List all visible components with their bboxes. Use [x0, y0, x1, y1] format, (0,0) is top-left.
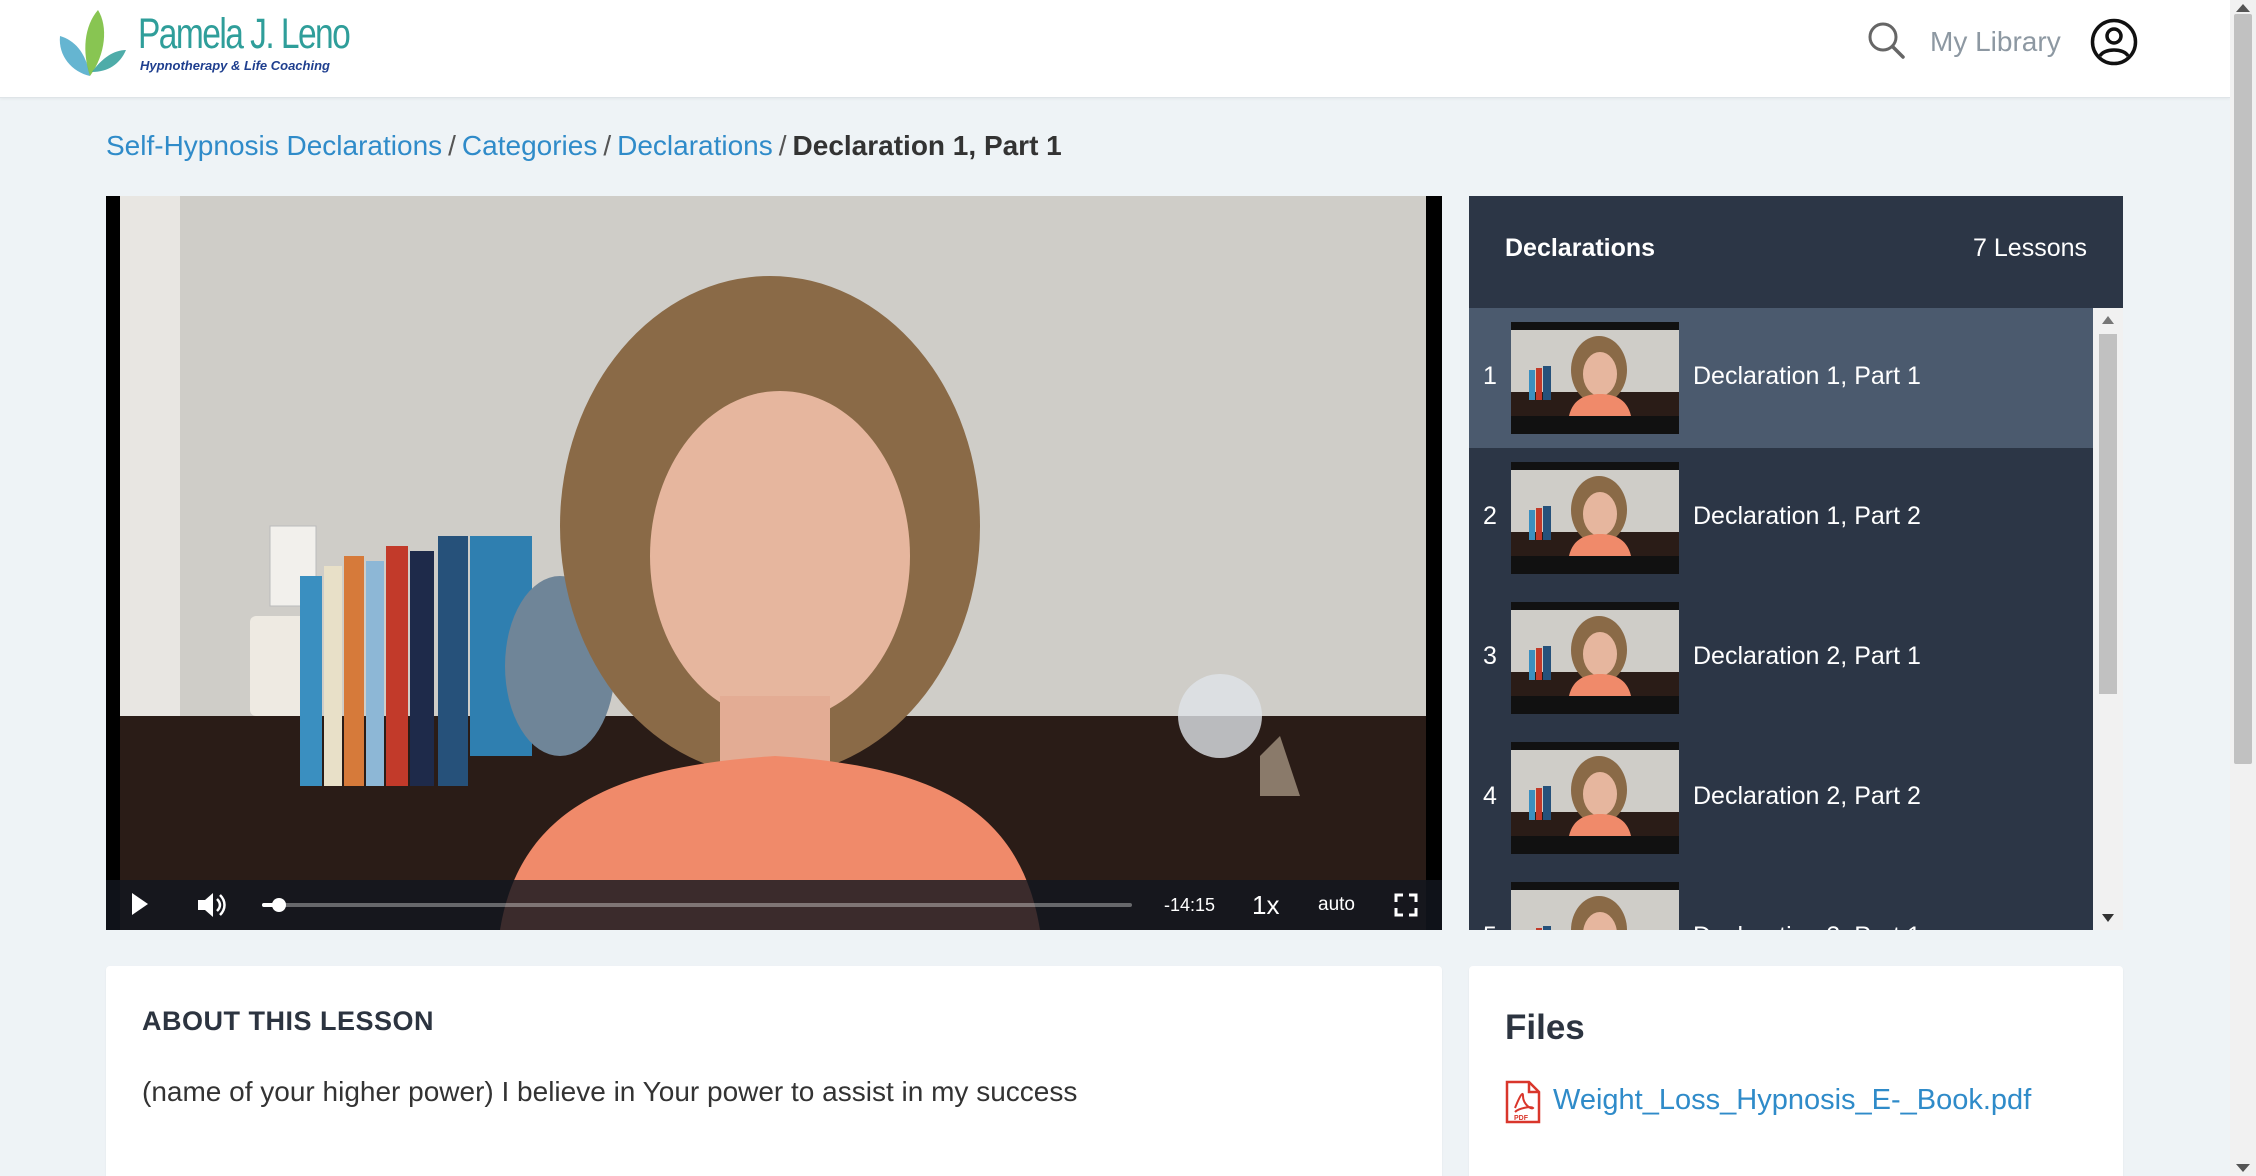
fullscreen-icon[interactable]: [1394, 893, 1418, 917]
play-icon[interactable]: [132, 893, 148, 915]
time-remaining: -14:15: [1164, 895, 1216, 915]
page-scrollbar[interactable]: [2230, 0, 2256, 1176]
breadcrumb-separator: /: [603, 130, 612, 161]
playlist-item[interactable]: 1 Declaration 1, Part 1: [1469, 308, 2093, 448]
lesson-playlist: Declarations 7 Lessons 1 Declaration 1, P…: [1469, 196, 2123, 930]
volume-icon[interactable]: [196, 891, 226, 919]
lesson-number: 5: [1483, 922, 1497, 930]
files-card: Files PDF Weight_Loss_Hypnosis_E-_Book.p…: [1469, 966, 2123, 1176]
search-icon[interactable]: [1866, 20, 1906, 60]
my-library-link[interactable]: My Library: [1930, 26, 2061, 58]
lesson-thumbnail[interactable]: [1511, 602, 1679, 714]
about-lesson-card: ABOUT THIS LESSON (name of your higher p…: [106, 966, 1442, 1176]
butterfly-logo-icon: [59, 10, 126, 76]
site-logo[interactable]: Pamela J. Leno Hypnotherapy & Life Coach…: [52, 6, 351, 82]
lesson-number: 4: [1483, 782, 1497, 810]
lesson-number: 2: [1483, 502, 1497, 530]
lesson-number: 3: [1483, 642, 1497, 670]
site-header: Pamela J. Leno Hypnotherapy & Life Coach…: [0, 0, 2230, 98]
lesson-thumbnail[interactable]: [1511, 742, 1679, 854]
playlist-item[interactable]: 5 Declaration 3, Part 1: [1469, 868, 2093, 930]
scroll-up-arrow-icon[interactable]: [2102, 316, 2114, 324]
about-description: (name of your higher power) I believe in…: [142, 1076, 1078, 1107]
breadcrumb: Self-Hypnosis Declarations / Categories / De…: [106, 130, 1062, 162]
playlist-item[interactable]: 4 Declaration 2, Part 2: [1469, 728, 2093, 868]
video-frame[interactable]: [120, 196, 1426, 930]
logo-tagline: Hypnotherapy & Life Coaching: [140, 58, 330, 73]
scroll-down-arrow-icon[interactable]: [2236, 1164, 2250, 1172]
playlist-item[interactable]: 3 Declaration 2, Part 1: [1469, 588, 2093, 728]
progress-handle[interactable]: [272, 898, 287, 912]
lesson-thumbnail[interactable]: [1511, 462, 1679, 574]
playlist-scrollbar-thumb[interactable]: [2099, 334, 2117, 694]
playlist-scrollbar[interactable]: [2093, 308, 2123, 930]
breadcrumb-link-categories[interactable]: Categories: [462, 130, 597, 161]
breadcrumb-link-declarations[interactable]: Declarations: [617, 130, 773, 161]
svg-text:PDF: PDF: [1514, 1115, 1529, 1122]
video-player[interactable]: -14:15 1x auto: [106, 196, 1442, 930]
lesson-title[interactable]: Declaration 1, Part 1: [1693, 362, 1921, 391]
pdf-icon: PDF: [1505, 1080, 1541, 1124]
playback-speed-button[interactable]: 1x: [1252, 890, 1279, 921]
lesson-title[interactable]: Declaration 1, Part 2: [1693, 502, 1921, 531]
lesson-thumbnail[interactable]: [1511, 322, 1679, 434]
lesson-title[interactable]: Declaration 3, Part 1: [1693, 922, 1921, 930]
breadcrumb-separator: /: [448, 130, 456, 161]
playlist-header: Declarations 7 Lessons: [1469, 196, 2123, 308]
playlist-title: Declarations: [1505, 234, 1656, 262]
playlist-item[interactable]: 2 Declaration 1, Part 2: [1469, 448, 2093, 588]
about-heading: ABOUT THIS LESSON: [142, 1006, 435, 1036]
lesson-thumbnail[interactable]: [1511, 882, 1679, 930]
file-item[interactable]: PDF Weight_Loss_Hypnosis_E-_Book.pdf: [1505, 1080, 2105, 1124]
file-download-link[interactable]: Weight_Loss_Hypnosis_E-_Book.pdf: [1553, 1084, 2031, 1117]
quality-button[interactable]: auto: [1318, 894, 1355, 916]
playlist-items: 1 Declaration 1, Part 1 2 Declaration 1, Pa…: [1469, 308, 2093, 930]
progress-bar[interactable]: [262, 898, 1132, 912]
video-controls: -14:15 1x auto: [106, 880, 1442, 930]
lesson-title[interactable]: Declaration 2, Part 1: [1693, 642, 1921, 671]
breadcrumb-separator: /: [778, 130, 787, 161]
logo-name: Pamela J. Leno: [138, 10, 351, 58]
user-circle-icon[interactable]: [2090, 18, 2138, 66]
page-scrollbar-thumb[interactable]: [2234, 14, 2252, 764]
lesson-title[interactable]: Declaration 2, Part 2: [1693, 782, 1921, 811]
files-heading: Files: [1505, 1008, 1585, 1047]
lesson-number: 1: [1483, 362, 1497, 390]
breadcrumb-current: Declaration 1, Part 1: [792, 130, 1062, 161]
breadcrumb-link-course[interactable]: Self-Hypnosis Declarations: [106, 130, 442, 161]
lesson-count: 7 Lessons: [1973, 234, 2087, 262]
scroll-up-arrow-icon[interactable]: [2236, 4, 2250, 12]
scroll-down-arrow-icon[interactable]: [2102, 914, 2114, 922]
